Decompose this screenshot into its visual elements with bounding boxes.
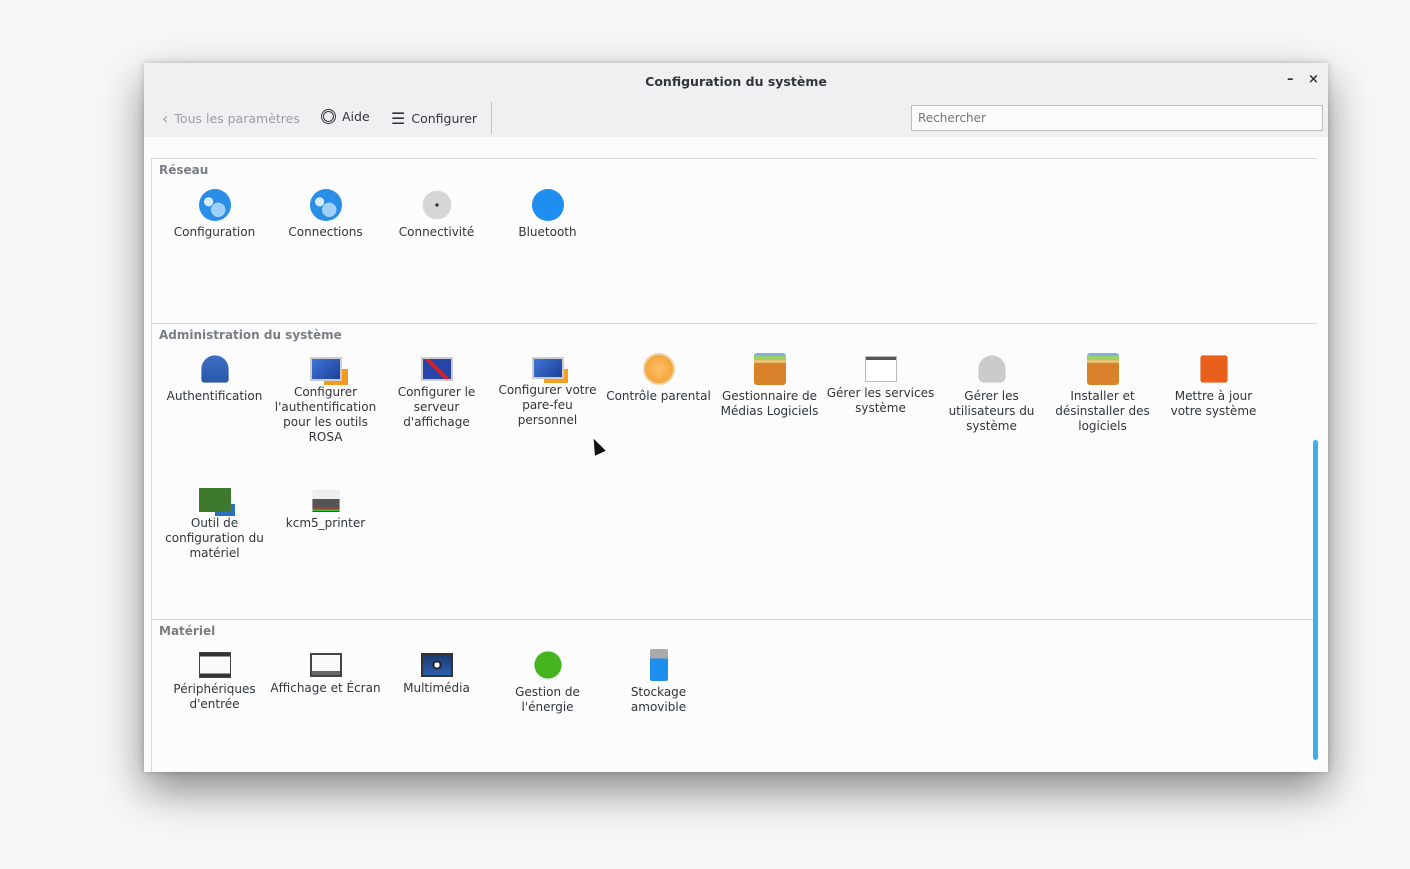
settings-item-label: Gestionnaire de Médias Logiciels xyxy=(720,389,819,418)
settings-item-label: Gestion de l'énergie xyxy=(515,685,580,714)
hamburger-menu-icon: ☰ xyxy=(391,109,406,128)
settings-item-label: Configurer l'authentification pour les o… xyxy=(274,385,377,444)
settings-item[interactable]: Configurer votre pare-feu personnel xyxy=(492,353,603,428)
settings-item[interactable]: Configuration xyxy=(159,189,270,240)
settings-item-label: Authentification xyxy=(166,389,263,403)
settings-item[interactable]: Contrôle parental xyxy=(603,353,714,404)
settings-item[interactable]: Gérer les utilisateurs du système xyxy=(936,353,1047,434)
settings-item[interactable]: Gérer les services système xyxy=(825,353,936,416)
monitor-lock-icon xyxy=(309,357,342,381)
monitor-firewall-icon xyxy=(531,357,564,379)
toolbar: ‹ Tous les paramètres Aide ☰ Configurer xyxy=(144,99,1328,137)
share-icon xyxy=(422,190,451,220)
settings-item-label: Gérer les utilisateurs du système xyxy=(948,389,1035,433)
back-button[interactable]: ‹ Tous les paramètres xyxy=(162,109,300,128)
section-hardware: Matériel Périphériques d'entrée Affichage… xyxy=(151,619,1317,772)
package-box-icon xyxy=(753,353,786,385)
section-title: Réseau xyxy=(159,163,209,177)
globe-icon xyxy=(309,189,342,221)
usb-storage-icon xyxy=(649,649,668,681)
chevron-left-icon: ‹ xyxy=(162,109,169,128)
settings-item[interactable]: Connectivité xyxy=(381,189,492,240)
lifebuoy-icon xyxy=(321,109,336,124)
settings-item[interactable]: Configurer le serveur d'affichage xyxy=(381,353,492,430)
settings-item-label: Multimédia xyxy=(403,681,470,695)
hardware-info-icon xyxy=(198,488,231,512)
settings-item-label: Connections xyxy=(288,225,363,239)
settings-item[interactable]: Bluetooth xyxy=(492,189,603,240)
settings-content: Réseau Configuration Connections Connectiv… xyxy=(144,137,1328,772)
help-button[interactable]: Aide xyxy=(321,109,370,124)
settings-item-label: Périphériques d'entrée xyxy=(173,682,256,711)
update-icon xyxy=(1199,355,1228,383)
package-box-icon xyxy=(1086,353,1119,385)
settings-item[interactable]: Stockage amovible xyxy=(603,649,714,715)
power-icon xyxy=(533,651,562,679)
globe-icon xyxy=(198,189,231,221)
section-network: Réseau Configuration Connections Connectiv… xyxy=(151,158,1317,323)
configure-label: Configurer xyxy=(411,111,478,126)
printer-icon xyxy=(311,490,340,512)
settings-item[interactable]: Connections xyxy=(270,189,381,240)
display-icon xyxy=(309,653,342,677)
window-title: Configuration du système xyxy=(645,73,827,89)
section-administration: Administration du système Authentificati… xyxy=(151,323,1317,619)
configure-button[interactable]: ☰ Configurer xyxy=(391,109,477,128)
settings-item-label: kcm5_printer xyxy=(285,516,366,530)
titlebar: Configuration du système – × xyxy=(144,63,1328,99)
services-play-icon xyxy=(864,356,897,382)
settings-item[interactable]: Gestion de l'énergie xyxy=(492,649,603,715)
close-button[interactable]: × xyxy=(1308,72,1319,87)
settings-item[interactable]: Outil de configuration du matériel xyxy=(159,484,270,561)
settings-item-label: Mettre à jour votre système xyxy=(1170,389,1257,418)
settings-item-label: Gérer les services système xyxy=(826,386,935,415)
settings-item[interactable]: Périphériques d'entrée xyxy=(159,649,270,712)
multimedia-icon xyxy=(420,653,453,677)
settings-item-label: Connectivité xyxy=(398,225,475,239)
bluetooth-icon xyxy=(531,189,564,221)
vertical-scrollbar[interactable] xyxy=(1313,440,1318,760)
settings-item[interactable]: Authentification xyxy=(159,353,270,404)
settings-item[interactable]: Installer et désinstaller des logiciels xyxy=(1047,353,1158,434)
settings-item[interactable]: Affichage et Écran xyxy=(270,649,381,696)
settings-item-label: Configuration xyxy=(173,225,256,239)
settings-item[interactable]: Mettre à jour votre système xyxy=(1158,353,1269,419)
settings-item-label: Configurer votre pare-feu personnel xyxy=(498,383,597,427)
settings-item-label: Installer et désinstaller des logiciels xyxy=(1055,389,1150,433)
search-input[interactable] xyxy=(911,105,1323,131)
minimize-button[interactable]: – xyxy=(1287,72,1294,87)
system-settings-window: Configuration du système – × ‹ Tous les … xyxy=(144,63,1328,772)
help-label: Aide xyxy=(342,109,370,124)
settings-item-label: Contrôle parental xyxy=(606,389,711,403)
settings-item[interactable]: Configurer l'authentification pour les o… xyxy=(270,353,381,445)
users-icon xyxy=(977,355,1006,383)
user-key-icon xyxy=(200,355,229,383)
settings-item-label: Stockage amovible xyxy=(630,685,687,714)
settings-item[interactable]: kcm5_printer xyxy=(270,484,381,531)
settings-item-label: Bluetooth xyxy=(518,225,577,239)
section-title: Matériel xyxy=(159,624,216,638)
settings-item-label: Outil de configuration du matériel xyxy=(165,516,264,560)
toolbar-separator xyxy=(491,102,492,134)
settings-item[interactable]: Gestionnaire de Médias Logiciels xyxy=(714,353,825,419)
section-title: Administration du système xyxy=(159,328,342,342)
settings-item[interactable]: Multimédia xyxy=(381,649,492,696)
parental-icon xyxy=(642,353,675,385)
monitor-x-icon xyxy=(420,357,453,381)
settings-item-label: Affichage et Écran xyxy=(270,681,381,695)
back-label: Tous les paramètres xyxy=(174,111,300,126)
input-devices-icon xyxy=(198,652,231,678)
settings-item-label: Configurer le serveur d'affichage xyxy=(397,385,476,429)
